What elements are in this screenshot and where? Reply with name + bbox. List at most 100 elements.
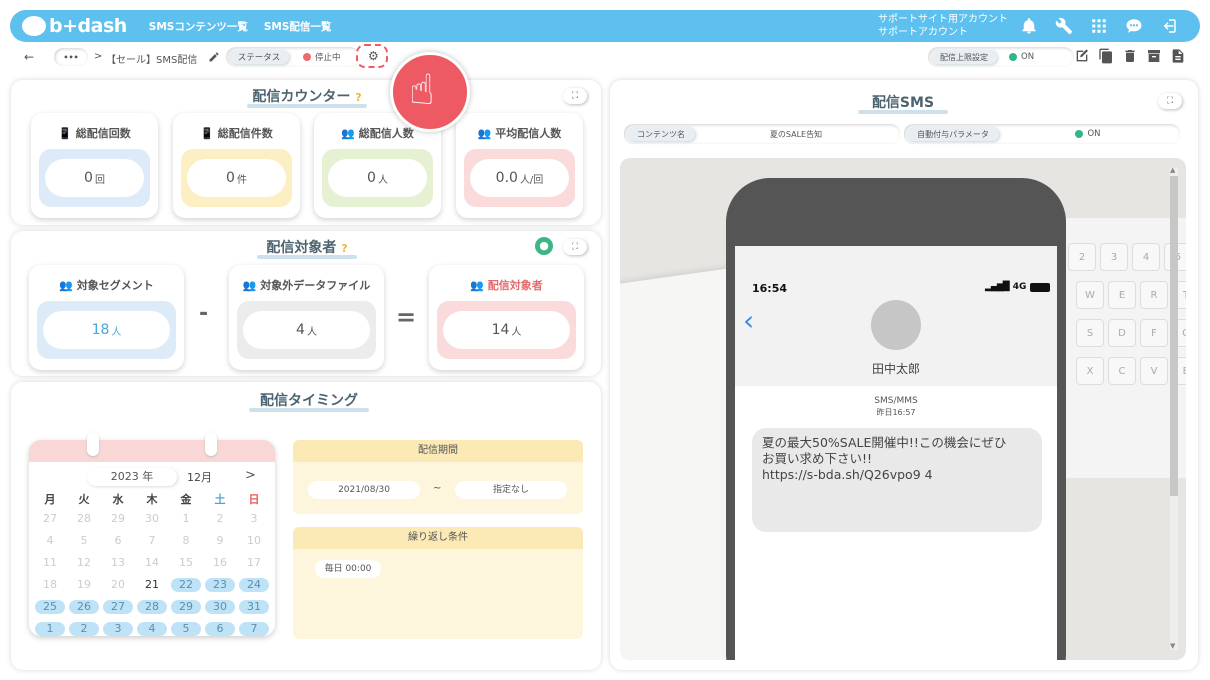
nav-sms-contents[interactable]: SMSコンテンツ一覧 xyxy=(149,19,248,34)
calendar-day[interactable]: 3 xyxy=(103,622,133,636)
calendar-day[interactable]: 1 xyxy=(35,622,65,636)
counter-value: 0 xyxy=(84,170,93,186)
auto-param-toggle[interactable]: ON xyxy=(999,129,1177,139)
status-badge[interactable]: 停止中 xyxy=(303,51,341,63)
signal-icon: ▂▄▆█ xyxy=(985,282,1010,292)
archive-icon[interactable] xyxy=(1146,48,1162,64)
equals-sign: = xyxy=(396,303,417,331)
calendar-day[interactable]: 26 xyxy=(69,600,99,614)
logo-bubble-icon xyxy=(22,16,46,36)
user-icon[interactable]: ● xyxy=(535,237,553,255)
copy-icon[interactable] xyxy=(1098,48,1114,64)
calendar-day[interactable]: 24 xyxy=(239,578,269,592)
help-icon[interactable]: ? xyxy=(341,242,347,255)
scrollbar-track[interactable]: ▲ ▼ xyxy=(1170,166,1178,650)
calendar-day: 30 xyxy=(145,512,159,525)
edit-icon[interactable] xyxy=(1074,48,1090,64)
calendar-day: 15 xyxy=(179,556,193,569)
segment-value[interactable]: 18 xyxy=(92,322,110,338)
more-button[interactable]: ••• xyxy=(54,48,88,66)
content-name-value[interactable]: 夏のSALE告知 xyxy=(695,129,897,140)
calendar-day[interactable]: 21 xyxy=(137,578,167,592)
trash-icon[interactable] xyxy=(1122,48,1138,64)
back-chevron-icon[interactable]: ‹ xyxy=(743,304,754,337)
expand-button[interactable]: ⛶ xyxy=(563,239,587,255)
minus-sign: - xyxy=(199,301,209,326)
calendar-day[interactable]: 28 xyxy=(137,600,167,614)
calendar-day: 3 xyxy=(250,512,258,525)
calendar-day: 9 xyxy=(216,534,224,547)
calendar-ring xyxy=(87,432,99,456)
expand-button[interactable]: ⛶ xyxy=(1158,93,1182,109)
calendar-day[interactable]: 5 xyxy=(171,622,201,636)
calendar-day: 11 xyxy=(43,556,57,569)
phone-time: 16:54 xyxy=(752,282,788,295)
bell-icon[interactable] xyxy=(1020,17,1038,35)
counter-unit: 人/回 xyxy=(519,174,544,186)
calendar-day[interactable]: 22 xyxy=(171,578,201,592)
keyboard-key: R xyxy=(1140,281,1168,309)
counter-value: 0 xyxy=(226,170,235,186)
calendar-day[interactable]: 6 xyxy=(205,622,235,636)
excluded-value-box: 4人 xyxy=(237,301,376,359)
help-icon[interactable]: ? xyxy=(355,91,361,104)
calendar-day: 17 xyxy=(247,556,261,569)
calendar-day: 20 xyxy=(111,578,125,591)
chat-icon[interactable] xyxy=(1125,17,1143,35)
calendar-day[interactable]: 23 xyxy=(205,578,235,592)
delivery-target-panel: 配信対象者 ? ● ⛶ 👥 対象セグメント 18 人 - 👥 対象外データファイル… xyxy=(11,231,601,376)
excluded-data-card: 👥 対象外データファイル 4人 xyxy=(229,265,384,370)
counter-value-box: 0人 xyxy=(322,149,433,207)
result-unit: 人 xyxy=(511,326,522,338)
logo[interactable]: b+dash xyxy=(22,15,127,37)
back-arrow-icon[interactable]: ← xyxy=(24,50,34,64)
calendar-day: 8 xyxy=(182,534,190,547)
calendar-day[interactable]: 25 xyxy=(35,600,65,614)
period-start[interactable]: 2021/08/30 xyxy=(308,481,420,499)
gear-icon[interactable]: ⚙ xyxy=(368,49,379,63)
logout-icon[interactable] xyxy=(1160,17,1178,35)
scrollbar-thumb[interactable] xyxy=(1170,176,1178,496)
pencil-icon[interactable] xyxy=(208,51,220,63)
repeat-value[interactable]: 毎日 00:00 xyxy=(315,560,381,578)
keyboard-key: D xyxy=(1108,319,1136,347)
content-name-label: コンテンツ名 xyxy=(627,127,695,141)
calendar-year[interactable]: 2023 年 xyxy=(87,468,177,486)
calendar-day[interactable]: 4 xyxy=(137,622,167,636)
status-settings-gear-highlight[interactable]: ⚙ xyxy=(356,44,388,68)
sms-preview: 23456WERTSDFGXCVB 16:54 ▂▄▆█4G ‹ 田中太郎 SM… xyxy=(620,158,1186,660)
breadcrumb-bar: ← ••• > 【セール】SMS配信 ステータス 停止中 ⚙ 配信上限設定 ON xyxy=(6,44,1202,70)
phone-screen: 16:54 ▂▄▆█ 4G ‹ 田中太郎 SMS/MMS 昨日16:57 夏の最大… xyxy=(735,246,1057,660)
counter-unit: 回 xyxy=(94,174,105,186)
result-value-box: 14 人 xyxy=(437,301,576,359)
calendar-month[interactable]: 12月 xyxy=(187,469,212,485)
message-link[interactable]: https://s-bda.sh/Q26vpo9 4 xyxy=(762,467,1032,483)
calendar-next-button[interactable]: > xyxy=(245,468,256,483)
support-account: サポートアカウント xyxy=(878,27,968,38)
calendar-day[interactable]: 31 xyxy=(239,600,269,614)
period-end[interactable]: 指定なし xyxy=(455,481,567,499)
counter-label: 👥 平均配信人数 xyxy=(477,127,562,140)
calendar-day: 5 xyxy=(80,534,88,547)
expand-button[interactable]: ⛶ xyxy=(563,88,587,104)
nav-sms-deliveries[interactable]: SMS配信一覧 xyxy=(264,19,332,34)
calendar-day[interactable]: 2 xyxy=(69,622,99,636)
grid-icon[interactable] xyxy=(1090,17,1108,35)
limit-toggle[interactable]: ON xyxy=(1009,52,1034,62)
calendar-header-band xyxy=(29,440,275,462)
scroll-down-icon[interactable]: ▼ xyxy=(1170,642,1175,650)
keyboard-key: V xyxy=(1140,357,1168,385)
document-icon[interactable] xyxy=(1170,48,1186,64)
wrench-icon[interactable] xyxy=(1055,17,1073,35)
calendar-day[interactable]: 29 xyxy=(171,600,201,614)
calendar-day[interactable]: 7 xyxy=(239,622,269,636)
calendar-day: 1 xyxy=(182,512,190,525)
message-line: お買い求め下さい!! xyxy=(762,451,873,466)
calendar-day[interactable]: 27 xyxy=(103,600,133,614)
account-info[interactable]: サポートサイト用アカウント サポートアカウント xyxy=(878,13,1008,39)
calendar-day[interactable]: 30 xyxy=(205,600,235,614)
status-label: ステータス xyxy=(229,50,289,64)
scroll-up-icon[interactable]: ▲ xyxy=(1170,166,1175,174)
phone-status: ▂▄▆█ 4G xyxy=(985,282,1051,292)
weekday-label: 月 xyxy=(44,493,56,506)
